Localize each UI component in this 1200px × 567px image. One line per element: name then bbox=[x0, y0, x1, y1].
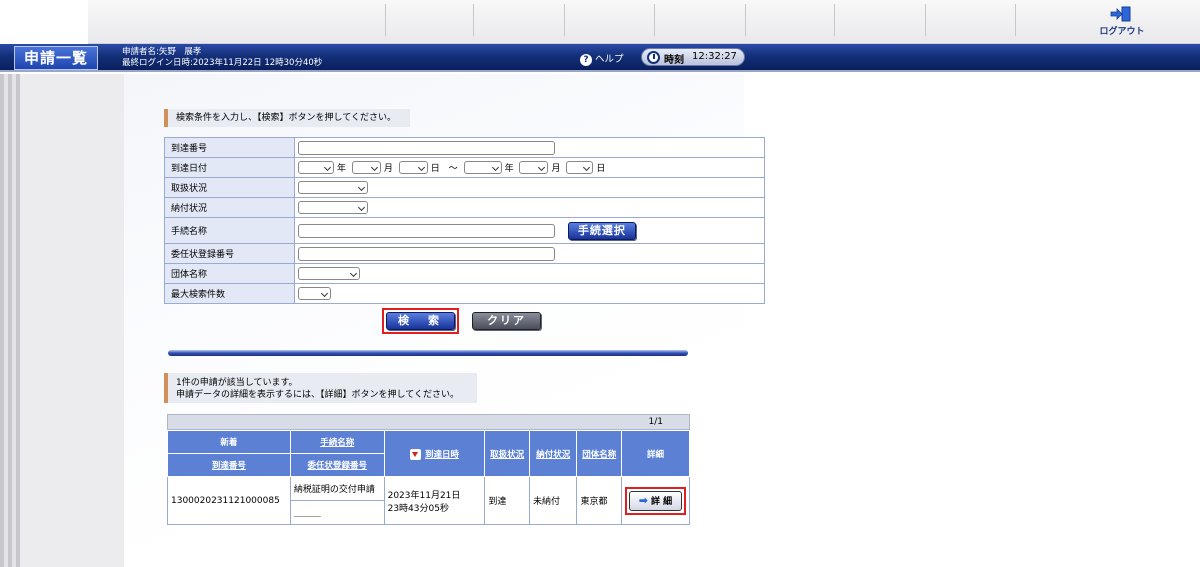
sort-desc-icon bbox=[410, 448, 421, 460]
title-bar: 申請一覧 申請者名:矢野 展孝 最終ログイン日時:2023年11月22日 12時… bbox=[0, 44, 1200, 72]
org-select[interactable] bbox=[298, 267, 360, 280]
clock-label: 時刻 bbox=[664, 55, 684, 66]
cell-procedure-name: 納税証明の交付申請 bbox=[289, 476, 385, 501]
header-procedure-name[interactable]: 手続名称 bbox=[320, 438, 354, 448]
label-arrival-date: 到達日付 bbox=[164, 157, 295, 178]
arrival-no-input[interactable] bbox=[298, 140, 555, 155]
month-unit: 月 bbox=[383, 164, 393, 174]
label-max-results: 最大検索件数 bbox=[164, 283, 295, 304]
help-link[interactable]: ? ヘルプ bbox=[580, 51, 624, 66]
search-form: 到達番号 到達日付 年 月 日 ～ 年 月 日 取扱状況 納付状況 手続名称 手… bbox=[164, 137, 765, 304]
label-payment: 納付状況 bbox=[164, 197, 295, 218]
cell-arrival-no: 1300020231121000085 bbox=[167, 476, 291, 525]
applicant-name: 申請者名:矢野 展孝 bbox=[122, 47, 202, 57]
nav-separator bbox=[745, 4, 746, 36]
day-unit: 日 bbox=[430, 164, 440, 174]
logout-icon bbox=[1110, 6, 1131, 22]
header-org[interactable]: 団体名称 bbox=[582, 450, 616, 460]
procedure-select-button[interactable]: 手続選択 bbox=[567, 221, 636, 240]
label-org-name: 団体名称 bbox=[164, 263, 295, 284]
header-detail: 詳細 bbox=[620, 430, 691, 477]
nav-separator bbox=[654, 4, 655, 36]
section-divider bbox=[168, 350, 688, 356]
detail-button[interactable]: ➡ 詳 細 bbox=[628, 490, 682, 511]
label-status: 取扱状況 bbox=[164, 177, 295, 198]
header-status[interactable]: 取扱状況 bbox=[490, 450, 524, 460]
max-results-select[interactable] bbox=[298, 287, 331, 300]
left-stripes bbox=[0, 74, 20, 567]
arrow-right-icon: ➡ bbox=[638, 493, 649, 507]
status-select[interactable] bbox=[298, 181, 368, 194]
nav-separator bbox=[834, 4, 835, 36]
to-month-select[interactable] bbox=[519, 161, 549, 174]
label-proxy-no: 委任状登録番号 bbox=[164, 243, 295, 264]
top-navigation: ログアウト bbox=[88, 0, 1200, 44]
cell-time: 23時43分05秒 bbox=[387, 503, 449, 514]
result-message: 1件の申請が該当しています。 申請データの詳細を表示するには、【詳細】ボタンを押… bbox=[164, 373, 477, 403]
help-icon: ? bbox=[580, 54, 592, 66]
month-unit: 月 bbox=[551, 164, 561, 174]
from-month-select[interactable] bbox=[351, 161, 381, 174]
page-title: 申請一覧 bbox=[14, 46, 98, 70]
cell-payment: 未納付 bbox=[528, 476, 578, 525]
range-tilde: ～ bbox=[448, 164, 458, 174]
logout-button[interactable]: ログアウト bbox=[1092, 6, 1152, 38]
search-button-highlight: 検 索 bbox=[382, 308, 459, 334]
clock-display: 時刻 12:32:27 bbox=[641, 48, 745, 66]
detail-button-label: 詳 細 bbox=[651, 496, 673, 507]
results-table: 新着 手続名称 到達日時 取扱状況 納付状況 団体名称 詳細 到達番号 委任状登… bbox=[167, 430, 691, 525]
day-unit: 日 bbox=[596, 164, 606, 174]
payment-select[interactable] bbox=[298, 201, 368, 214]
header-new: 新着 bbox=[167, 430, 291, 454]
cell-detail: ➡ 詳 細 bbox=[620, 476, 691, 525]
result-hint-text: 申請データの詳細を表示するには、【詳細】ボタンを押してください。 bbox=[176, 390, 459, 400]
logout-label: ログアウト bbox=[1099, 27, 1145, 37]
cell-status: 到達 bbox=[484, 476, 530, 525]
nav-separator bbox=[385, 4, 386, 36]
header-proxy-no[interactable]: 委任状登録番号 bbox=[307, 461, 367, 471]
label-procedure-name: 手続名称 bbox=[164, 217, 295, 244]
year-unit: 年 bbox=[337, 164, 347, 174]
nav-separator bbox=[473, 4, 474, 36]
search-button[interactable]: 検 索 bbox=[386, 312, 455, 330]
from-year-select[interactable] bbox=[298, 161, 334, 174]
procedure-name-input[interactable] bbox=[298, 223, 555, 238]
cell-proxy-no: ＿＿＿ bbox=[289, 500, 385, 525]
clear-button[interactable]: クリア bbox=[472, 312, 541, 330]
result-count-text: 1件の申請が該当しています。 bbox=[176, 378, 298, 388]
clock-icon bbox=[647, 51, 660, 64]
last-login: 最終ログイン日時:2023年11月22日 12時30分40秒 bbox=[122, 58, 323, 68]
left-column bbox=[20, 74, 124, 567]
cell-org: 東京都 bbox=[576, 476, 622, 525]
detail-button-highlight: ➡ 詳 細 bbox=[624, 486, 686, 515]
to-day-select[interactable] bbox=[566, 161, 594, 174]
page-indicator: 1/1 bbox=[167, 414, 690, 430]
search-instruction: 検索条件を入力し、【検索】ボタンを押してください。 bbox=[164, 109, 410, 127]
cell-arrival-datetime: 2023年11月21日 23時43分05秒 bbox=[383, 476, 486, 525]
header-payment[interactable]: 納付状況 bbox=[536, 450, 570, 460]
from-day-select[interactable] bbox=[398, 161, 428, 174]
nav-separator bbox=[1015, 4, 1016, 36]
header-arrival-no[interactable]: 到達番号 bbox=[212, 461, 246, 471]
nav-separator bbox=[925, 4, 926, 36]
nav-separator bbox=[564, 4, 565, 36]
proxy-no-input[interactable] bbox=[298, 246, 555, 261]
table-row: 1300020231121000085 納税証明の交付申請 2023年11月21… bbox=[167, 476, 691, 525]
header-arrival-datetime[interactable]: 到達日時 bbox=[425, 450, 459, 460]
year-unit: 年 bbox=[504, 164, 514, 174]
cell-date: 2023年11月21日 bbox=[387, 490, 461, 501]
clock-value: 12:32:27 bbox=[692, 51, 737, 62]
user-info: 申請者名:矢野 展孝 最終ログイン日時:2023年11月22日 12時30分40… bbox=[122, 47, 322, 69]
label-arrival-no: 到達番号 bbox=[164, 137, 295, 158]
help-label: ヘルプ bbox=[595, 54, 624, 65]
to-year-select[interactable] bbox=[463, 161, 502, 174]
